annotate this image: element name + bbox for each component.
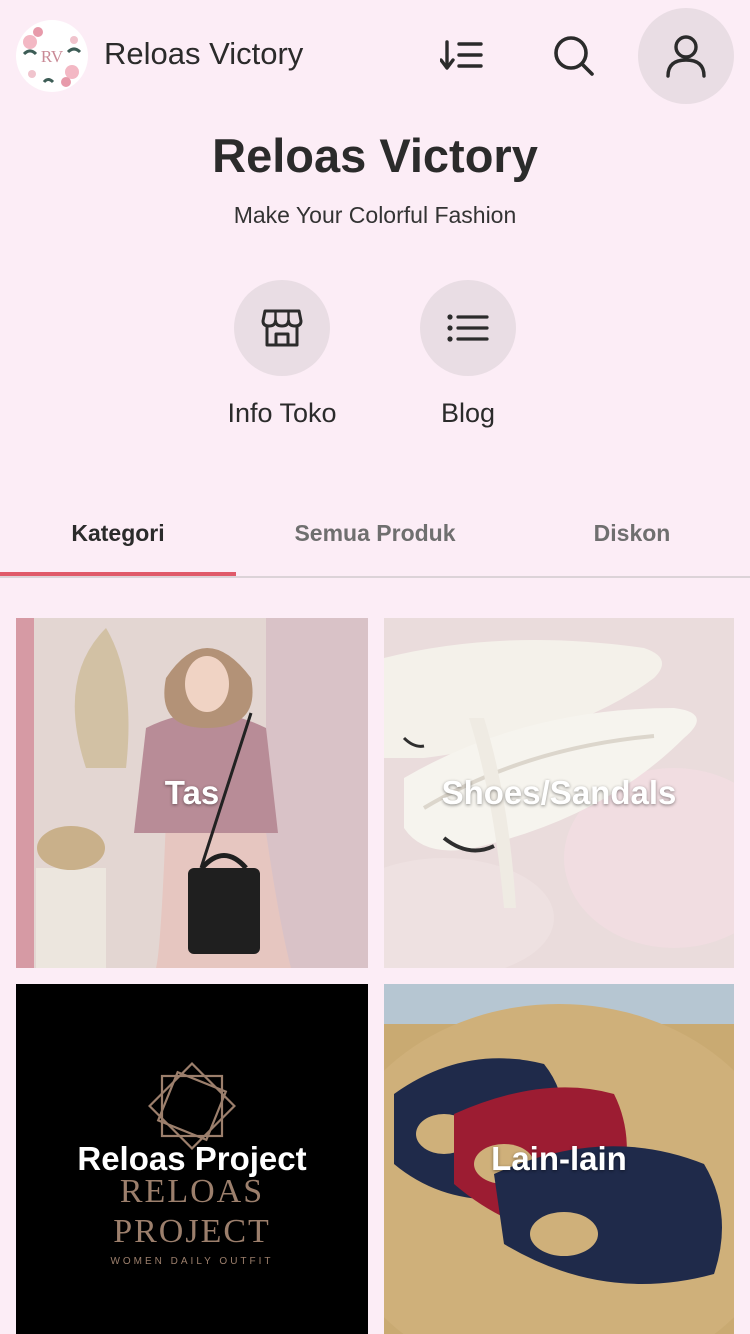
- category-card-reloas-project[interactable]: RELOAS PROJECT WOMEN DAILY OUTFIT Reloas…: [16, 984, 368, 1334]
- category-label-reloas-project: Reloas Project: [77, 1140, 307, 1177]
- tab-kategori[interactable]: Kategori: [0, 490, 236, 576]
- tab-bar: Kategori Semua Produk Diskon: [0, 490, 750, 578]
- info-toko-label: Info Toko: [227, 398, 337, 428]
- account-button[interactable]: [638, 8, 734, 104]
- info-toko-icon-circle: [234, 280, 330, 376]
- svg-text:RV: RV: [41, 47, 64, 66]
- category-label-lain-lain: Lain-lain: [491, 1140, 627, 1177]
- store-icon: [261, 309, 303, 347]
- store-name: Reloas Victory: [212, 129, 538, 182]
- category-card-tas[interactable]: Tas: [16, 618, 368, 968]
- blog-label: Blog: [440, 398, 496, 428]
- sort-button[interactable]: [432, 30, 492, 82]
- category-card-shoes-sandals[interactable]: Shoes/Sandals: [384, 618, 734, 968]
- app-title: Reloas Victory: [104, 36, 304, 71]
- info-toko-button[interactable]: Info Toko: [202, 280, 362, 429]
- top-app-bar: RV Reloas Victory: [0, 0, 750, 112]
- store-logo[interactable]: RV: [16, 20, 88, 92]
- tab-diskon[interactable]: Diskon: [514, 490, 750, 576]
- blog-icon-circle: [420, 280, 516, 376]
- sort-icon: [440, 40, 483, 70]
- active-tab-indicator: [0, 572, 236, 576]
- list-icon: [447, 314, 489, 342]
- category-card-lain-lain[interactable]: Lain-lain: [384, 984, 734, 1334]
- search-button[interactable]: [544, 28, 604, 84]
- floral-logo-icon: RV: [17, 21, 87, 91]
- tab-semua-produk[interactable]: Semua Produk: [246, 490, 504, 576]
- blog-button[interactable]: Blog: [388, 280, 548, 429]
- store-tagline: Make Your Colorful Fashion: [233, 202, 517, 228]
- search-icon: [554, 36, 594, 76]
- category-label-tas: Tas: [164, 774, 220, 811]
- category-label-shoes-sandals: Shoes/Sandals: [441, 774, 677, 811]
- account-icon: [666, 35, 706, 78]
